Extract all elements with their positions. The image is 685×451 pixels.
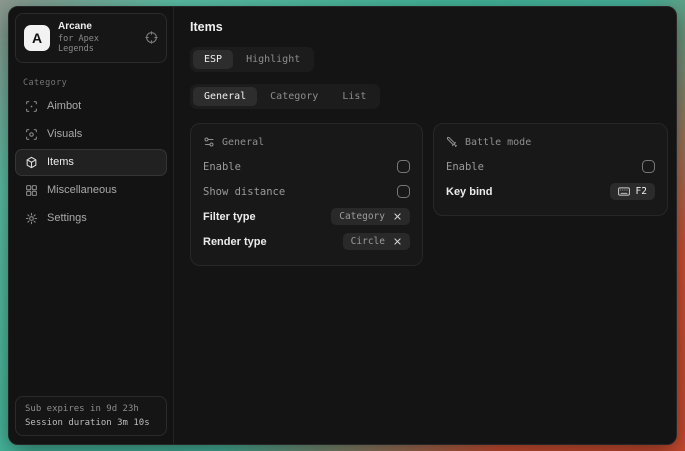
sidebar-item-items[interactable]: Items [15,149,167,176]
setting-label: Filter type [203,211,256,223]
setting-label: Render type [203,236,267,248]
setting-row-render-type: Render type Circle [203,229,410,254]
aimbot-crosshair-icon [25,100,38,113]
setting-row-enable: Enable [446,154,655,179]
setting-row-show-distance: Show distance [203,179,410,204]
session-duration-text: Session duration 3m 10s [25,418,157,428]
enable-checkbox[interactable] [397,160,410,173]
sidebar-nav: Aimbot Visuals Items [15,93,167,232]
mode-tabs: ESP Highlight [190,47,314,72]
close-icon[interactable] [393,212,402,221]
crosshair-icon[interactable] [145,31,158,44]
app-window: A Arcane for Apex Legends Category Aimbo… [8,6,677,445]
app-title: Arcane [58,21,137,34]
sword-icon [446,136,458,148]
gear-icon [25,212,38,225]
panel-title: General [222,137,264,148]
sidebar-item-aimbot[interactable]: Aimbot [15,93,167,120]
subscription-info-card: Sub expires in 9d 23h Session duration 3… [15,396,167,436]
sidebar-item-label: Aimbot [47,100,81,112]
battle-enable-checkbox[interactable] [642,160,655,173]
close-icon[interactable] [393,237,402,246]
app-logo: A [24,25,50,51]
panel-title: Battle mode [465,137,531,148]
setting-label: Enable [203,161,241,173]
brand-card: A Arcane for Apex Legends [15,13,167,63]
main-content: Items ESP Highlight General Category Lis… [174,7,677,444]
show-distance-checkbox[interactable] [397,185,410,198]
setting-row-key-bind: Key bind F2 [446,179,655,204]
sidebar: A Arcane for Apex Legends Category Aimbo… [9,7,174,444]
sidebar-section-label: Category [23,78,159,88]
view-tabs: General Category List [190,84,380,109]
sidebar-item-label: Miscellaneous [47,184,117,196]
key-bind-value: F2 [636,186,647,197]
setting-row-filter-type: Filter type Category [203,204,410,229]
sidebar-item-settings[interactable]: Settings [15,205,167,232]
filter-type-value: Category [339,211,385,222]
render-type-select[interactable]: Circle [343,233,410,250]
app-subtitle: for Apex Legends [58,34,137,55]
battle-mode-panel: Battle mode Enable Key bind F2 [433,123,668,216]
setting-row-enable: Enable [203,154,410,179]
sub-expiry-text: Sub expires in 9d 23h [25,404,157,414]
general-panel: General Enable Show distance Filter type… [190,123,423,266]
sidebar-item-label: Settings [47,212,87,224]
keyboard-icon [618,187,630,196]
tab-category[interactable]: Category [259,87,329,106]
eye-scan-icon [25,128,38,141]
setting-label: Key bind [446,186,492,198]
key-bind-button[interactable]: F2 [610,183,655,200]
setting-label: Enable [446,161,484,173]
render-type-value: Circle [351,236,385,247]
sidebar-item-visuals[interactable]: Visuals [15,121,167,148]
layout-grid-icon [25,184,38,197]
sliders-icon [203,136,215,148]
setting-label: Show distance [203,186,285,198]
sidebar-item-label: Visuals [47,128,82,140]
tab-list[interactable]: List [331,87,377,106]
filter-type-select[interactable]: Category [331,208,410,225]
page-title: Items [190,20,668,34]
tab-esp[interactable]: ESP [193,50,233,69]
tab-highlight[interactable]: Highlight [235,50,311,69]
package-icon [25,156,38,169]
tab-general[interactable]: General [193,87,257,106]
sidebar-item-miscellaneous[interactable]: Miscellaneous [15,177,167,204]
sidebar-item-label: Items [47,156,74,168]
